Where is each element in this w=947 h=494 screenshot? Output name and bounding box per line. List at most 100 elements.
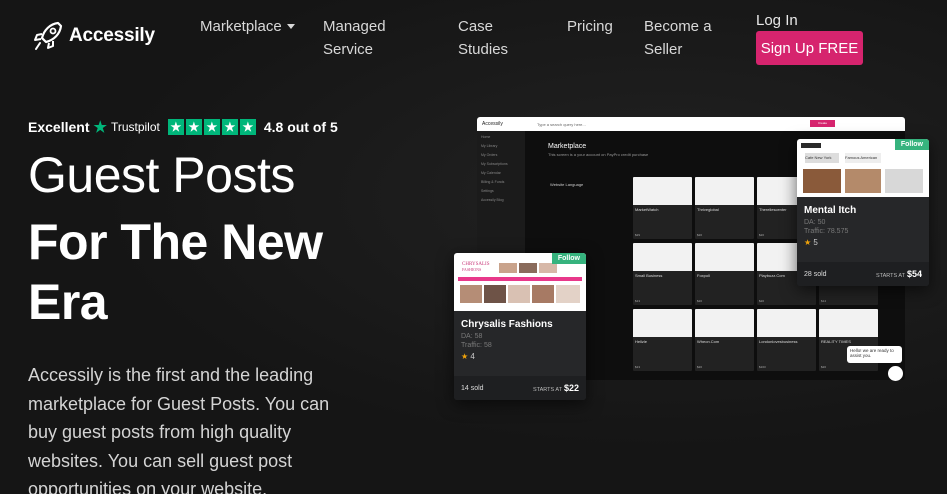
- nav-marketplace[interactable]: Marketplace: [200, 15, 295, 38]
- mockup-sidebar-item: Accessily Blog: [481, 198, 504, 202]
- mockup-card-name: Thriveglobal: [697, 207, 719, 212]
- mockup-card-name: REALITY TIMES: [821, 339, 851, 344]
- mockup-card-footer: $20: [697, 365, 752, 369]
- brand-name: Accessily: [69, 25, 155, 46]
- mockup-card-price: $20: [697, 365, 703, 369]
- featured-card-chrysalis[interactable]: CHRYSALIS FASHIONS Follow Chrysalis Fash…: [454, 253, 586, 400]
- mockup-card-footer: $13: [635, 365, 690, 369]
- mockup-card-footer: $20: [759, 299, 814, 303]
- mockup-subtitle: This screen is a your account on PayPro …: [548, 152, 649, 157]
- chat-launcher-icon[interactable]: [888, 366, 903, 381]
- mockup-sidebar-item: My Calendar: [481, 171, 501, 175]
- hero-title-bold: For The New Era: [28, 214, 323, 330]
- trustpilot-excellent: Excellent: [28, 119, 90, 135]
- nav-pricing[interactable]: Pricing: [567, 15, 613, 38]
- mockup-search: Type a search query here...: [537, 121, 586, 127]
- mockup-card-name: Hellzle: [635, 339, 648, 344]
- mockup-card-name: Wheon.Com: [697, 339, 720, 344]
- card-sold-count: 14 sold: [461, 384, 484, 392]
- mockup-card-footer: $13: [635, 299, 690, 303]
- mockup-card-price: $20: [697, 233, 703, 237]
- signup-button[interactable]: Sign Up FREE: [756, 31, 863, 65]
- mockup-card-price: $20: [821, 365, 827, 369]
- star-icon: ★: [185, 119, 202, 135]
- star-icon: ★: [167, 119, 184, 135]
- hero-title-light: Guest Posts: [28, 147, 295, 203]
- mockup-sidebar-item: Home: [481, 135, 491, 139]
- mockup-topbar: Accessily Type a search query here... Cr…: [477, 117, 905, 131]
- follow-badge: Follow: [551, 253, 586, 264]
- mockup-card-footer: $29: [635, 233, 690, 237]
- mockup-card-thumbnail: [633, 177, 692, 205]
- mockup-card: Londonlovesbusiness $163: [757, 309, 816, 371]
- mockup-title: Marketplace: [548, 143, 587, 150]
- nav-case-studies[interactable]: Case Studies: [458, 15, 518, 61]
- brand-logo[interactable]: Accessily: [33, 20, 155, 52]
- mockup-create-button: Create: [810, 120, 835, 127]
- card-da: DA: 58: [461, 333, 483, 340]
- mockup-card-name: Small Business: [635, 273, 663, 278]
- trustpilot-stars: ★ ★ ★ ★ ★: [167, 119, 256, 135]
- star-icon: ★: [203, 119, 220, 135]
- mockup-card-price: $163: [759, 365, 766, 369]
- star-icon: ★: [239, 119, 256, 135]
- nav-become-seller[interactable]: Become a Seller: [644, 15, 724, 61]
- trustpilot-score: 4.8 out of 5: [263, 119, 338, 135]
- mockup-card: Hellzle $13: [633, 309, 692, 371]
- rocket-icon: [34, 21, 63, 50]
- mockup-card-name: MarketWatch: [635, 207, 659, 212]
- mockup-card-price: $20: [759, 299, 765, 303]
- mockup-card-price: $20: [697, 299, 703, 303]
- mockup-card: Small Business $13: [633, 243, 692, 305]
- trustpilot-label: Trustpilot: [110, 120, 160, 134]
- mockup-card-thumbnail: [695, 177, 754, 205]
- mockup-card-name: Londonlovesbusiness: [759, 339, 798, 344]
- mockup-card-thumbnail: [633, 243, 692, 271]
- card-rating: ★ 5: [804, 238, 818, 247]
- featured-card-mental-itch[interactable]: Cafe New York Famous American Follow Men…: [797, 139, 929, 286]
- card-site-name: Mental Itch: [804, 205, 857, 216]
- mockup-card-price: $29: [635, 233, 641, 237]
- mockup-sidebar-item: Billing & Funds: [481, 180, 505, 184]
- chat-bubble[interactable]: Hello! we are ready to assist you.: [847, 346, 902, 363]
- mockup-card-thumbnail: [757, 309, 816, 337]
- mockup-sidebar-item: My Library: [481, 144, 498, 148]
- card-starts-label: STARTS AT: [532, 387, 563, 393]
- mockup-card-thumbnail: [695, 243, 754, 271]
- svg-text:FASHIONS: FASHIONS: [462, 267, 481, 272]
- card-rating-value: 4: [470, 352, 475, 361]
- mockup-card: Foxpoll $20: [695, 243, 754, 305]
- svg-text:Famous American: Famous American: [845, 155, 877, 160]
- mockup-card-price: $13: [635, 365, 641, 369]
- login-link[interactable]: Log In: [756, 9, 798, 32]
- mockup-card-thumbnail: [633, 309, 692, 337]
- mockup-card-footer: $20: [697, 299, 752, 303]
- nav-managed-service[interactable]: Managed Service: [323, 15, 403, 61]
- card-traffic: Traffic: 58: [461, 342, 492, 349]
- card-thumbnail: Cafe New York Famous American Follow: [797, 139, 929, 197]
- mockup-card-footer: $20: [821, 365, 876, 369]
- trustpilot-rating[interactable]: Excellent ★ Trustpilot ★ ★ ★ ★ ★ 4.8 out…: [28, 118, 338, 136]
- card-site-name: Chrysalis Fashions: [461, 319, 553, 330]
- mockup-filter-label: Website Language: [550, 182, 584, 187]
- mockup-card-footer: $163: [759, 365, 814, 369]
- card-starts-label: STARTS AT: [875, 273, 906, 279]
- mockup-brand: Accessily: [482, 121, 503, 127]
- mockup-card-footer: $20: [697, 233, 752, 237]
- nav-marketplace-label: Marketplace: [200, 18, 282, 35]
- mockup-card-price: $13: [635, 299, 641, 303]
- follow-badge: Follow: [894, 139, 929, 150]
- card-price: $22: [563, 383, 579, 393]
- card-thumbnail: CHRYSALIS FASHIONS Follow: [454, 253, 586, 311]
- card-footer: 14 sold STARTS AT $22: [454, 376, 586, 400]
- mockup-card-price: $20: [759, 233, 765, 237]
- star-icon: ★: [221, 119, 238, 135]
- mockup-card-thumbnail: [695, 309, 754, 337]
- card-price: $54: [906, 269, 922, 279]
- mockup-sidebar-item: Settings: [481, 189, 494, 193]
- card-sold-count: 28 sold: [804, 270, 827, 278]
- hero-description: Accessily is the first and the leading m…: [28, 365, 330, 494]
- mockup-sidebar-item: My Subscriptions: [481, 162, 508, 166]
- card-rating: ★ 4: [461, 352, 475, 361]
- trustpilot-star-icon: ★: [93, 119, 107, 136]
